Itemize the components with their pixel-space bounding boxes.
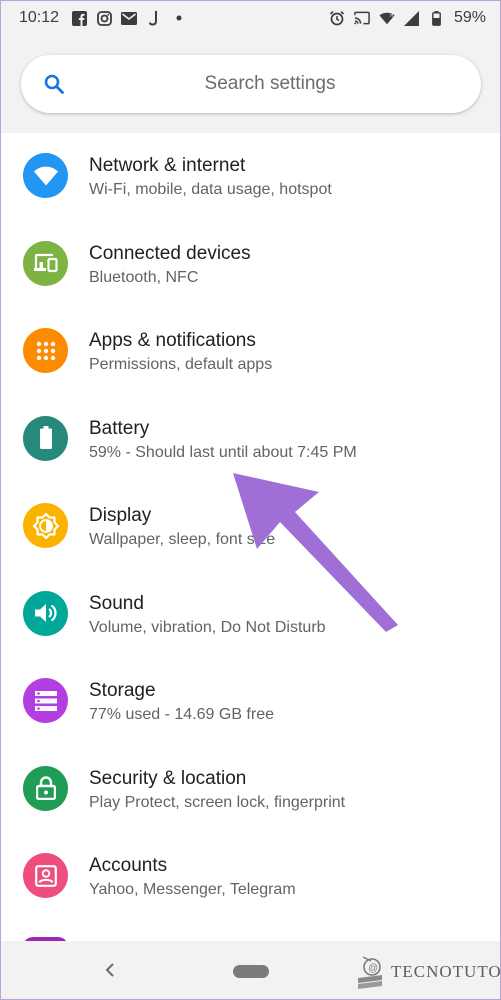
watermark-text: TECNOTUTO xyxy=(391,962,501,981)
setting-title: Battery xyxy=(89,417,150,439)
svg-text:@: @ xyxy=(368,963,378,974)
setting-title: Security & location xyxy=(89,767,247,789)
svg-text:R: R xyxy=(390,13,393,18)
battery-icon-circle xyxy=(23,415,68,461)
setting-subtitle: Bluetooth, NFC xyxy=(89,268,199,286)
setting-connected-devices[interactable]: Connected devices Bluetooth, NFC xyxy=(1,221,500,309)
watermark-logo-icon: @ xyxy=(358,956,382,989)
sound-icon-circle xyxy=(23,590,68,636)
devices-icon xyxy=(33,253,58,273)
setting-subtitle: Wallpaper, sleep, font size xyxy=(89,531,276,548)
facebook-icon xyxy=(71,10,87,26)
search-icon[interactable] xyxy=(43,73,65,95)
setting-subtitle: Volume, vibration, Do Not Disturb xyxy=(89,618,326,636)
accounts-icon-circle xyxy=(23,853,68,898)
instagram-icon xyxy=(96,10,112,26)
devices-icon-circle xyxy=(23,240,68,286)
setting-title: Connected devices xyxy=(89,242,251,264)
setting-title: Display xyxy=(89,505,152,526)
dot-icon xyxy=(171,10,187,26)
wifi-icon xyxy=(33,166,58,185)
search-bar[interactable] xyxy=(21,55,481,113)
storage-icon-circle xyxy=(23,678,68,723)
watermark: @ TECNOTUTO xyxy=(355,951,501,993)
status-time: 10:12 xyxy=(19,9,60,26)
screen: 10:12 R 59% Search settings Network & in… xyxy=(0,0,501,1000)
search-input[interactable] xyxy=(21,55,481,113)
cast-icon xyxy=(354,10,370,26)
alarm-icon xyxy=(329,10,345,26)
account-icon xyxy=(34,864,57,887)
signal-icon xyxy=(403,10,420,26)
search-area xyxy=(1,35,500,133)
volume-icon xyxy=(34,604,57,622)
setting-subtitle: Wi-Fi, mobile, data usage, hotspot xyxy=(89,181,332,198)
setting-title: Storage xyxy=(89,680,156,701)
apps-grid-icon xyxy=(36,341,55,360)
setting-subtitle: Yahoo, Messenger, Telegram xyxy=(89,881,296,898)
setting-subtitle: 77% used - 14.69 GB free xyxy=(89,706,274,723)
setting-apps-notifications[interactable]: Apps & notifications Permissions, defaul… xyxy=(1,308,500,396)
status-bar: 10:12 R 59% xyxy=(1,1,500,35)
network-icon-circle xyxy=(23,153,68,198)
setting-subtitle: 59% - Should last until about 7:45 PM xyxy=(89,443,357,461)
navigation-bar: @ TECNOTUTO xyxy=(1,941,500,999)
setting-title: Accounts xyxy=(89,855,168,876)
setting-security-location[interactable]: Security & location Play Protect, screen… xyxy=(1,746,500,834)
apps-icon-circle xyxy=(23,328,68,373)
home-button[interactable] xyxy=(233,965,269,978)
setting-subtitle: Play Protect, screen lock, fingerprint xyxy=(89,793,346,811)
setting-network-internet[interactable]: Network & internet Wi-Fi, mobile, data u… xyxy=(1,133,500,221)
display-icon-circle xyxy=(23,503,68,548)
notification-icons xyxy=(71,10,187,26)
setting-accounts[interactable]: Accounts Yahoo, Messenger, Telegram xyxy=(1,833,500,921)
setting-title: Apps & notifications xyxy=(89,330,256,351)
setting-storage[interactable]: Storage 77% used - 14.69 GB free xyxy=(1,658,500,746)
lock-icon xyxy=(35,776,56,800)
battery-percent: 59% xyxy=(453,9,486,26)
setting-title: Network & internet xyxy=(89,155,246,176)
brightness-icon xyxy=(32,512,59,539)
battery-icon xyxy=(429,10,445,26)
security-icon-circle xyxy=(23,765,68,811)
battery-icon xyxy=(39,426,52,449)
gmail-icon xyxy=(121,10,138,26)
back-icon xyxy=(105,963,114,977)
back-button[interactable] xyxy=(101,959,119,981)
setting-sound[interactable]: Sound Volume, vibration, Do Not Disturb xyxy=(1,571,500,659)
setting-display[interactable]: Display Wallpaper, sleep, font size xyxy=(1,483,500,571)
setting-title: Sound xyxy=(89,592,144,614)
setting-battery[interactable]: Battery 59% - Should last until about 7:… xyxy=(1,396,500,484)
notification-icon xyxy=(146,10,162,26)
settings-list: Network & internet Wi-Fi, mobile, data u… xyxy=(1,133,500,921)
system-icons: R 59% xyxy=(329,9,486,27)
setting-subtitle: Permissions, default apps xyxy=(89,356,273,373)
wifi-icon: R xyxy=(379,10,395,26)
storage-icon xyxy=(34,690,57,711)
